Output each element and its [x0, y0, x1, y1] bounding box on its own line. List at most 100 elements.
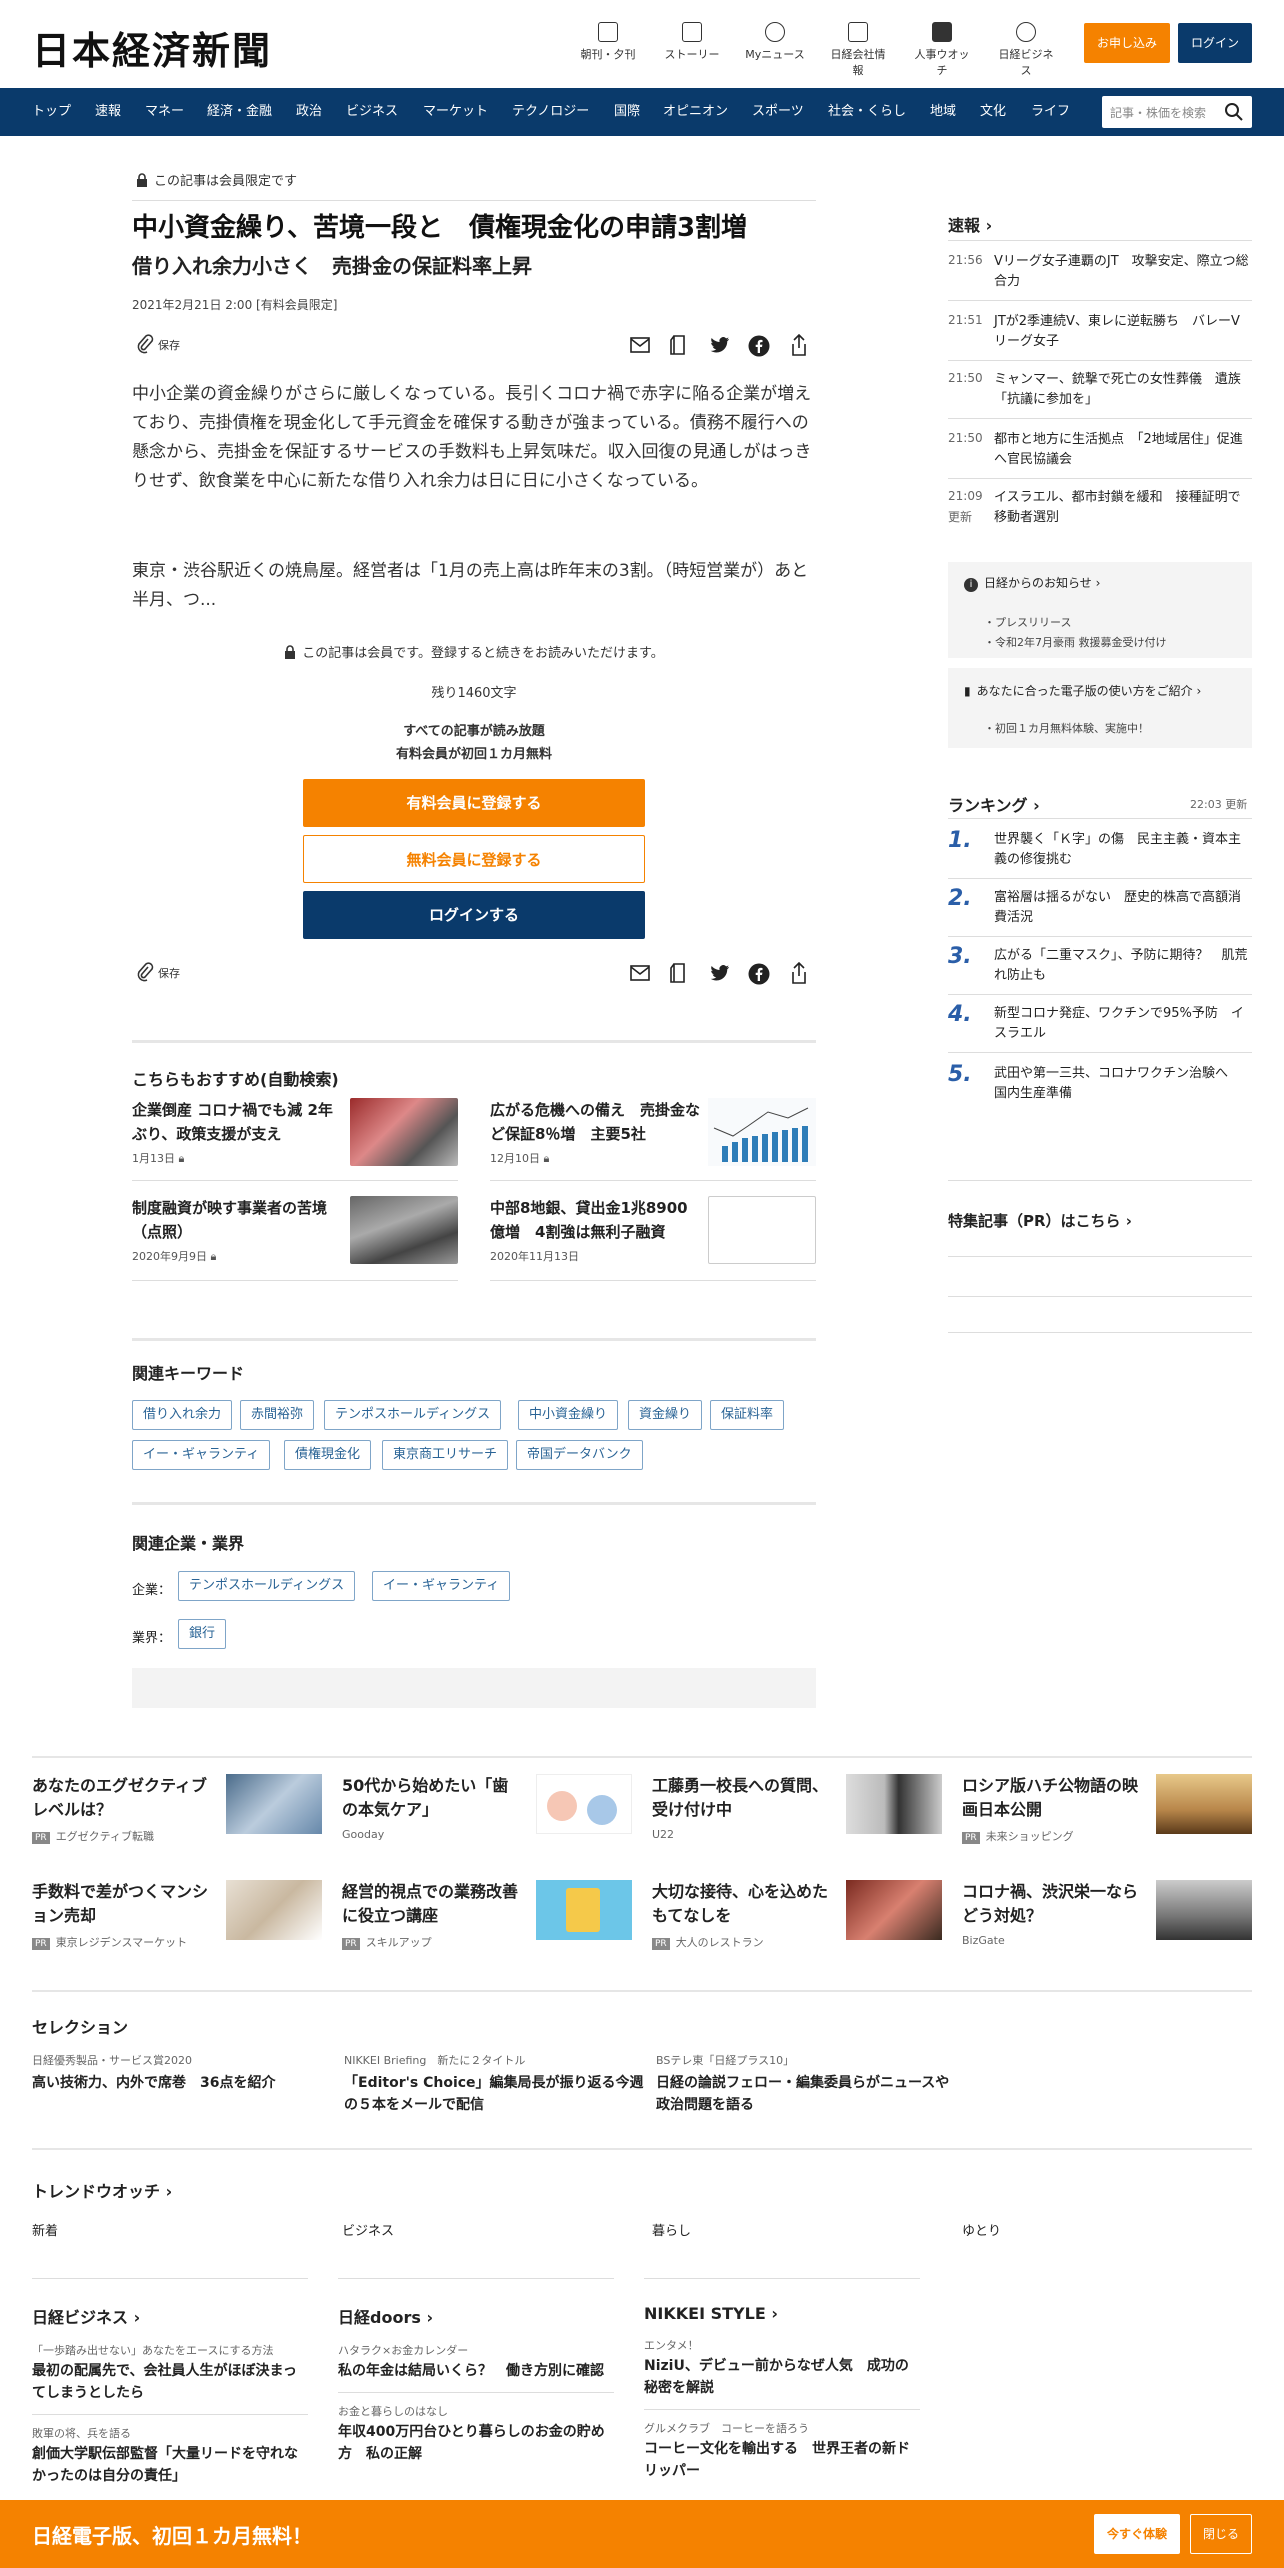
share-icon[interactable]: [790, 962, 808, 984]
nav-item[interactable]: 文化: [980, 88, 1006, 136]
ad-card[interactable]: 50代から始めたい「歯の本気ケア」 Gooday: [342, 1774, 632, 1846]
nav-item[interactable]: マネー: [145, 88, 184, 136]
partner-article[interactable]: コーヒー文化を輸出する 世界王者の新ドリッパー: [644, 2438, 920, 2482]
company-tag[interactable]: テンポスホールディングス: [178, 1571, 356, 1601]
partner-article[interactable]: 私の年金は結局いくら？ 働き方別に確認: [338, 2360, 614, 2382]
industry-tag[interactable]: 銀行: [178, 1619, 227, 1649]
ad-card[interactable]: 手数料で差がつくマンション売却 PR 東京レジデンスマーケット: [32, 1880, 322, 1952]
article-login-button[interactable]: ログインする: [303, 891, 645, 939]
ranking-title[interactable]: ランキング ›: [948, 792, 1040, 816]
facebook-icon[interactable]: [748, 963, 770, 985]
breaking-item[interactable]: 21:50 ミャンマー、銃撃で死亡の女性葬儀 遺族「抗議に参加を」: [948, 370, 1252, 407]
facebook-icon[interactable]: [748, 335, 770, 357]
save-button[interactable]: 保存: [136, 334, 180, 358]
keyword-tag[interactable]: 赤間裕弥: [240, 1400, 315, 1430]
nav-item[interactable]: スポーツ: [752, 88, 804, 136]
twitter-icon[interactable]: [710, 337, 730, 354]
breaking-item[interactable]: 21:56 Vリーグ女子連覇のJT 攻撃安定、際立つ総合力: [948, 252, 1252, 289]
ranking-item[interactable]: 3. 広がる「二重マスク」、予防に期待？ 肌荒れ防止も: [948, 944, 1252, 994]
trend-tab[interactable]: ゆとり: [962, 2220, 1001, 2239]
save-button[interactable]: 保存: [136, 962, 180, 986]
recommend-item[interactable]: 企業倒産 コロナ禍でも減 2年ぶり、政策支援が支え 1月13日 🔒︎: [132, 1098, 458, 1180]
keyword-tag[interactable]: 帝国データバンク: [516, 1440, 643, 1470]
breaking-title[interactable]: 速報 ›: [948, 212, 992, 236]
nav-item[interactable]: 経済・金融: [207, 88, 272, 136]
close-banner-button[interactable]: 閉じる: [1190, 2514, 1252, 2554]
search-input[interactable]: 記事・株価を検索: [1102, 96, 1252, 128]
selection-item[interactable]: BSテレ東「日経プラス10」 日経の論説フェロー・編集委員らがニュースや政治問題を…: [656, 2052, 956, 2116]
header-company-info[interactable]: 日経会社情報: [828, 22, 888, 78]
partner-title[interactable]: 日経ビジネス ›: [32, 2304, 308, 2328]
header-personnel-watch[interactable]: 人事ウオッチ: [912, 22, 972, 78]
header-morning-evening[interactable]: 朝刊・夕刊: [578, 22, 638, 62]
notice-item[interactable]: ・令和2年7月豪雨 救援募金受け付け: [984, 634, 1167, 650]
share-icon[interactable]: [790, 334, 808, 356]
nav-item[interactable]: オピニオン: [663, 88, 728, 136]
paid-register-button[interactable]: 有料会員に登録する: [303, 779, 645, 827]
subscribe-button[interactable]: お申し込み: [1084, 23, 1170, 63]
free-register-button[interactable]: 無料会員に登録する: [303, 835, 645, 883]
company-tag[interactable]: イー・ギャランティ: [372, 1571, 511, 1601]
keyword-tag[interactable]: 債権現金化: [284, 1440, 372, 1470]
recommend-item[interactable]: 広がる危機への備え 売掛金など保証8％増 主要5社 12月10日 🔒︎: [490, 1098, 816, 1180]
nav-item[interactable]: テクノロジー: [512, 88, 589, 136]
nav-item[interactable]: マーケット: [423, 88, 488, 136]
keyword-tag[interactable]: 中小資金繰り: [518, 1400, 619, 1430]
notice-item[interactable]: ・初回１カ月無料体験、実施中！: [984, 720, 1149, 736]
nav-item[interactable]: 国際: [614, 88, 640, 136]
ad-card[interactable]: ロシア版ハチ公物語の映画日本公開 PR 未来ショッピング: [962, 1774, 1252, 1846]
partner-article[interactable]: 年収400万円台ひとり暮らしのお金の貯め方 私の正解: [338, 2421, 614, 2465]
ranking-item[interactable]: 4. 新型コロナ発症、ワクチンで95%予防 イスラエル: [948, 1002, 1252, 1052]
breaking-item[interactable]: 21:50 都市と地方に生活拠点 「2地域居住」促進へ官民協議会: [948, 430, 1252, 467]
twitter-icon[interactable]: [710, 965, 730, 982]
mail-icon[interactable]: [630, 337, 650, 353]
ranking-item[interactable]: 1. 世界襲く「Ｋ字」の傷 民主主義・資本主義の修復挑む: [948, 828, 1252, 878]
ranking-item[interactable]: 2. 富裕層は揺るがない 歴史的株高で高額消費活況: [948, 886, 1252, 936]
nav-item[interactable]: ビジネス: [346, 88, 398, 136]
ad-card[interactable]: 大切な接待、心を込めたもてなしを PR 大人のレストラン: [652, 1880, 942, 1952]
breaking-item[interactable]: 21:09 更新 イスラエル、都市封鎖を緩和 接種証明で移動者選別: [948, 488, 1252, 528]
ad-card[interactable]: コロナ禍、渋沢栄一ならどう対処？ BizGate: [962, 1880, 1252, 1952]
selection-item[interactable]: 日経優秀製品・サービス賞2020 高い技術力、内外で席巻 36点を紹介: [32, 2052, 332, 2094]
notice2-title[interactable]: ▮ あなたに合った電子版の使い方をご紹介 ›: [964, 682, 1201, 699]
header-story[interactable]: ストーリー: [662, 22, 722, 62]
trial-button[interactable]: 今すぐ体験: [1094, 2514, 1180, 2554]
partner-article[interactable]: NiziU、デビュー前からなぜ人気 成功の秘密を解説: [644, 2355, 920, 2399]
partner-article[interactable]: 最初の配属先で、会社員人生がほぼ決まってしまうとしたら: [32, 2360, 308, 2404]
ad-card[interactable]: 経営的視点での業務改善に役立つ講座 PR スキルアップ: [342, 1880, 632, 1952]
keyword-tag[interactable]: 東京商工リサーチ: [382, 1440, 509, 1470]
partner-title[interactable]: 日経doors ›: [338, 2304, 614, 2328]
trend-tab[interactable]: 暮らし: [652, 2220, 691, 2239]
nav-item[interactable]: 社会・くらし: [828, 88, 906, 136]
partner-article[interactable]: 創価大学駅伝部監督「大量リードを守れなかったのは自分の責任」: [32, 2443, 308, 2487]
nikkei-logo[interactable]: 日本経済新聞: [32, 20, 272, 75]
breaking-item[interactable]: 21:51 JTが2季連続V、東レに逆転勝ち バレーVリーグ女子: [948, 312, 1252, 349]
ad-card[interactable]: あなたのエグゼクティブレベルは？ PR エグゼクティブ転職: [32, 1774, 322, 1846]
notice-title[interactable]: i 日経からのお知らせ ›: [964, 574, 1100, 592]
search-icon[interactable]: [1224, 102, 1244, 122]
note-icon[interactable]: [670, 335, 688, 355]
nav-item[interactable]: 地域: [930, 88, 956, 136]
keyword-tag[interactable]: イー・ギャランティ: [132, 1440, 271, 1470]
ad-card[interactable]: 工藤勇一校長への質問、受け付け中 U22: [652, 1774, 942, 1846]
nav-item[interactable]: トップ: [32, 88, 71, 136]
recommend-item[interactable]: 中部8地銀、貸出金1兆8900億増 4割強は無利子融資 2020年11月13日: [490, 1196, 816, 1278]
nav-item[interactable]: 速報: [95, 88, 121, 136]
nav-item[interactable]: ライフ: [1031, 88, 1070, 136]
mail-icon[interactable]: [630, 965, 650, 981]
keyword-tag[interactable]: 資金繰り: [628, 1400, 703, 1430]
recommend-item[interactable]: 制度融資が映す事業者の苦境（点照） 2020年9月9日 🔒︎: [132, 1196, 458, 1278]
login-button[interactable]: ログイン: [1178, 23, 1252, 63]
selection-item[interactable]: NIKKEI Briefing 新たに２タイトル 「Editor's Choice…: [344, 2052, 644, 2116]
keyword-tag[interactable]: テンポスホールディングス: [324, 1400, 502, 1430]
keyword-tag[interactable]: 保証料率: [710, 1400, 785, 1430]
keyword-tag[interactable]: 借り入れ余力: [132, 1400, 233, 1430]
pr-link[interactable]: 特集記事（PR）はこちら ›: [948, 1210, 1132, 1231]
trend-tab[interactable]: ビジネス: [342, 2220, 394, 2239]
header-mynews[interactable]: Myニュース: [745, 22, 805, 62]
nav-item[interactable]: 政治: [296, 88, 322, 136]
partner-title[interactable]: NIKKEI STYLE ›: [644, 2304, 920, 2323]
notice-item[interactable]: ・プレスリリース: [984, 614, 1071, 630]
header-nikkei-business[interactable]: 日経ビジネス: [996, 22, 1056, 78]
note-icon[interactable]: [670, 963, 688, 983]
